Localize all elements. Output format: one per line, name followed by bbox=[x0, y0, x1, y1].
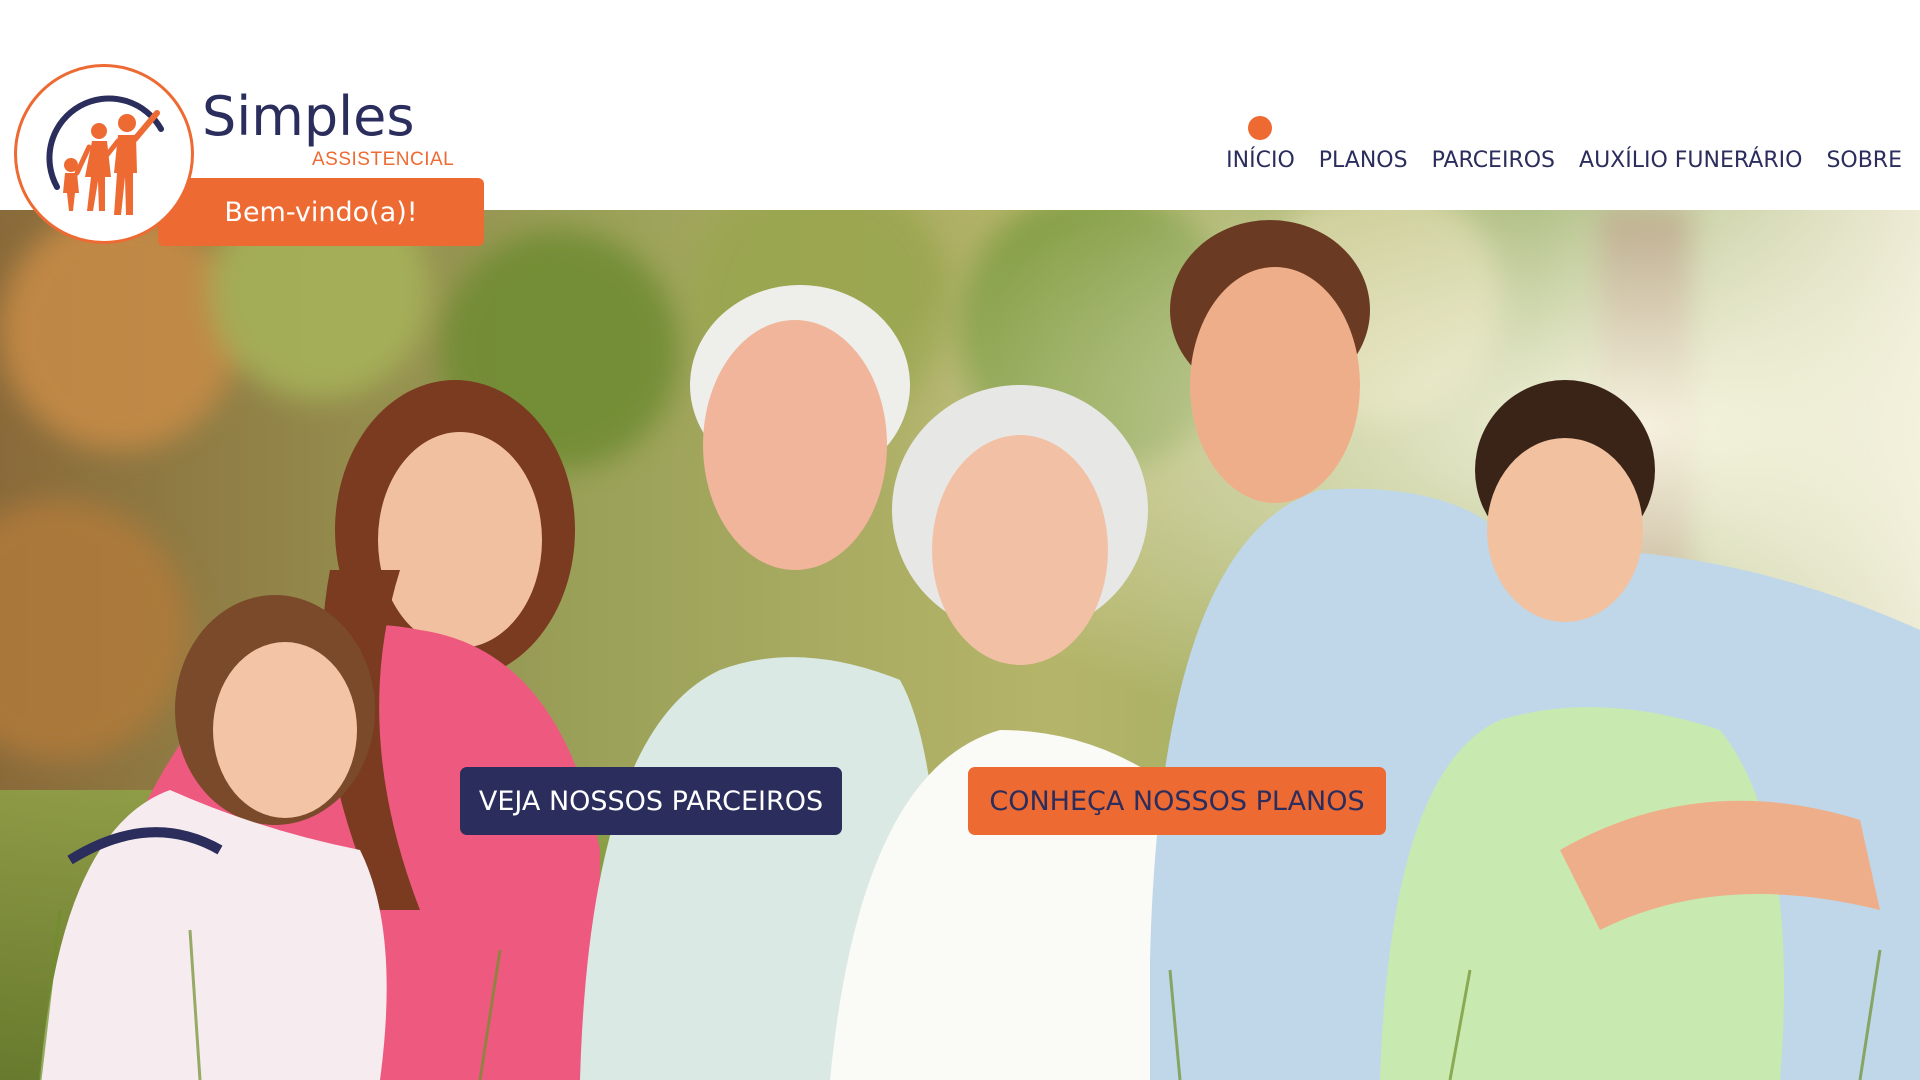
welcome-badge: Bem-vindo(a)! bbox=[158, 178, 484, 246]
site-header: Simples ASSISTENCIAL Bem-vindo(a)! INÍCI… bbox=[0, 0, 1920, 246]
brand-name: Simples bbox=[202, 85, 415, 148]
nav-label: PLANOS bbox=[1318, 148, 1408, 173]
family-photo bbox=[0, 210, 1920, 1080]
nav-label: PARCEIROS bbox=[1431, 148, 1556, 173]
page: Simples ASSISTENCIAL Bem-vindo(a)! INÍCI… bbox=[0, 0, 1920, 1080]
logo[interactable] bbox=[14, 64, 194, 244]
nav-item-planos[interactable]: PLANOS bbox=[1319, 148, 1408, 173]
nav-label: INÍCIO bbox=[1226, 148, 1295, 173]
nav-item-inicio[interactable]: INÍCIO bbox=[1226, 116, 1295, 173]
main-nav: INÍCIO PLANOS PARCEIROS AUXÍLIO FUNERÁRI… bbox=[1226, 116, 1902, 173]
see-partners-button[interactable]: VEJA NOSSOS PARCEIROS bbox=[460, 767, 842, 835]
nav-item-parceiros[interactable]: PARCEIROS bbox=[1432, 148, 1555, 173]
nav-label: AUXÍLIO FUNERÁRIO bbox=[1579, 148, 1803, 173]
nav-item-sobre[interactable]: SOBRE bbox=[1826, 148, 1902, 173]
active-indicator-dot bbox=[1248, 116, 1273, 140]
family-icon bbox=[46, 95, 164, 215]
hero-banner bbox=[0, 210, 1920, 1080]
brand-subtitle: ASSISTENCIAL bbox=[312, 149, 455, 170]
see-plans-button[interactable]: CONHEÇA NOSSOS PLANOS bbox=[968, 767, 1386, 835]
nav-item-auxilio-funerario[interactable]: AUXÍLIO FUNERÁRIO bbox=[1579, 148, 1802, 173]
nav-label: SOBRE bbox=[1826, 148, 1902, 173]
